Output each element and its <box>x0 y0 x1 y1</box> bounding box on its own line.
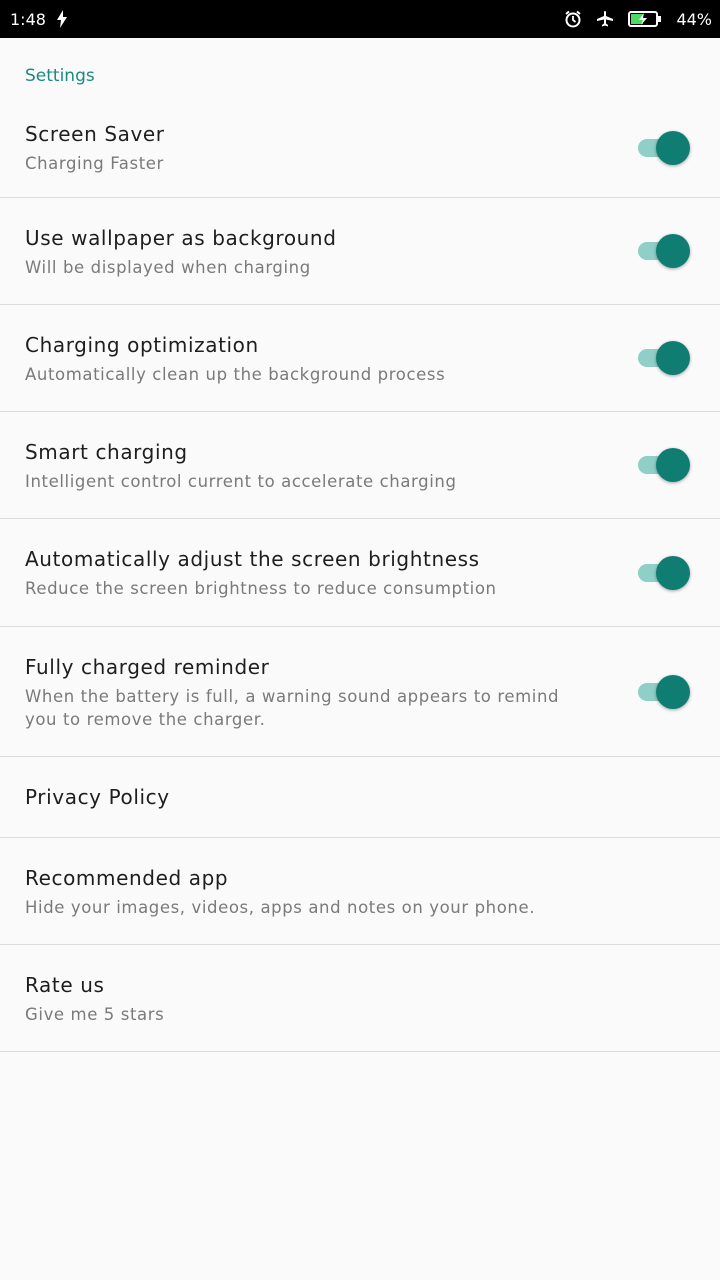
setting-title: Privacy Policy <box>25 785 170 809</box>
toggle-thumb <box>656 341 690 375</box>
setting-subtitle: Charging Faster <box>25 154 164 173</box>
setting-rate-us[interactable]: Rate us Give me 5 stars <box>0 945 720 1052</box>
setting-privacy-policy[interactable]: Privacy Policy <box>0 757 720 838</box>
setting-title: Recommended app <box>25 865 229 890</box>
charging-bolt-icon <box>56 10 68 28</box>
setting-charging-optimization[interactable]: Charging optimization Automatically clea… <box>0 305 720 412</box>
fully-charged-reminder-toggle[interactable] <box>636 674 690 709</box>
setting-subtitle: Give me 5 stars <box>25 1004 165 1024</box>
setting-title: Automatically adjust the screen brightne… <box>25 547 480 571</box>
setting-title: Rate us <box>25 972 105 997</box>
setting-subtitle: Automatically clean up the background pr… <box>25 364 446 384</box>
toggle-thumb <box>656 130 690 165</box>
setting-recommended-app[interactable]: Recommended app Hide your images, videos… <box>0 838 720 945</box>
setting-title: Screen Saver <box>25 122 165 146</box>
setting-title: Fully charged reminder <box>25 654 270 679</box>
toggle-thumb <box>656 555 690 590</box>
setting-screen-saver[interactable]: Screen Saver Charging Faster <box>0 98 720 198</box>
section-title: Settings <box>25 66 95 86</box>
airplane-mode-icon <box>596 10 614 28</box>
setting-title: Charging optimization <box>25 332 259 357</box>
auto-brightness-toggle[interactable] <box>636 555 690 590</box>
wallpaper-background-toggle[interactable] <box>636 234 690 268</box>
toggle-thumb <box>656 674 690 709</box>
setting-auto-brightness[interactable]: Automatically adjust the screen brightne… <box>0 519 720 627</box>
setting-subtitle: Hide your images, videos, apps and notes… <box>25 897 536 917</box>
setting-wallpaper-background[interactable]: Use wallpaper as background Will be disp… <box>0 198 720 305</box>
smart-charging-toggle[interactable] <box>636 448 690 482</box>
setting-smart-charging[interactable]: Smart charging Intelligent control curre… <box>0 412 720 519</box>
battery-charging-icon <box>628 10 662 28</box>
setting-subtitle: Will be displayed when charging <box>25 257 311 277</box>
setting-subtitle: Reduce the screen brightness to reduce c… <box>25 579 497 598</box>
status-bar: 1:48 44% <box>0 0 720 38</box>
charging-optimization-toggle[interactable] <box>636 341 690 375</box>
setting-subtitle: When the battery is full, a warning soun… <box>25 686 560 729</box>
toggle-thumb <box>656 234 690 268</box>
toggle-thumb <box>656 448 690 482</box>
alarm-clock-icon <box>564 10 582 28</box>
setting-title: Smart charging <box>25 439 188 464</box>
battery-percent: 44% <box>676 9 712 29</box>
setting-title: Use wallpaper as background <box>25 225 337 250</box>
status-time: 1:48 <box>10 9 46 29</box>
setting-subtitle: Intelligent control current to accelerat… <box>25 471 457 491</box>
settings-list: Settings Screen Saver Charging Faster Us… <box>0 38 720 1052</box>
screen-saver-toggle[interactable] <box>636 130 690 165</box>
setting-fully-charged-reminder[interactable]: Fully charged reminder When the battery … <box>0 627 720 757</box>
